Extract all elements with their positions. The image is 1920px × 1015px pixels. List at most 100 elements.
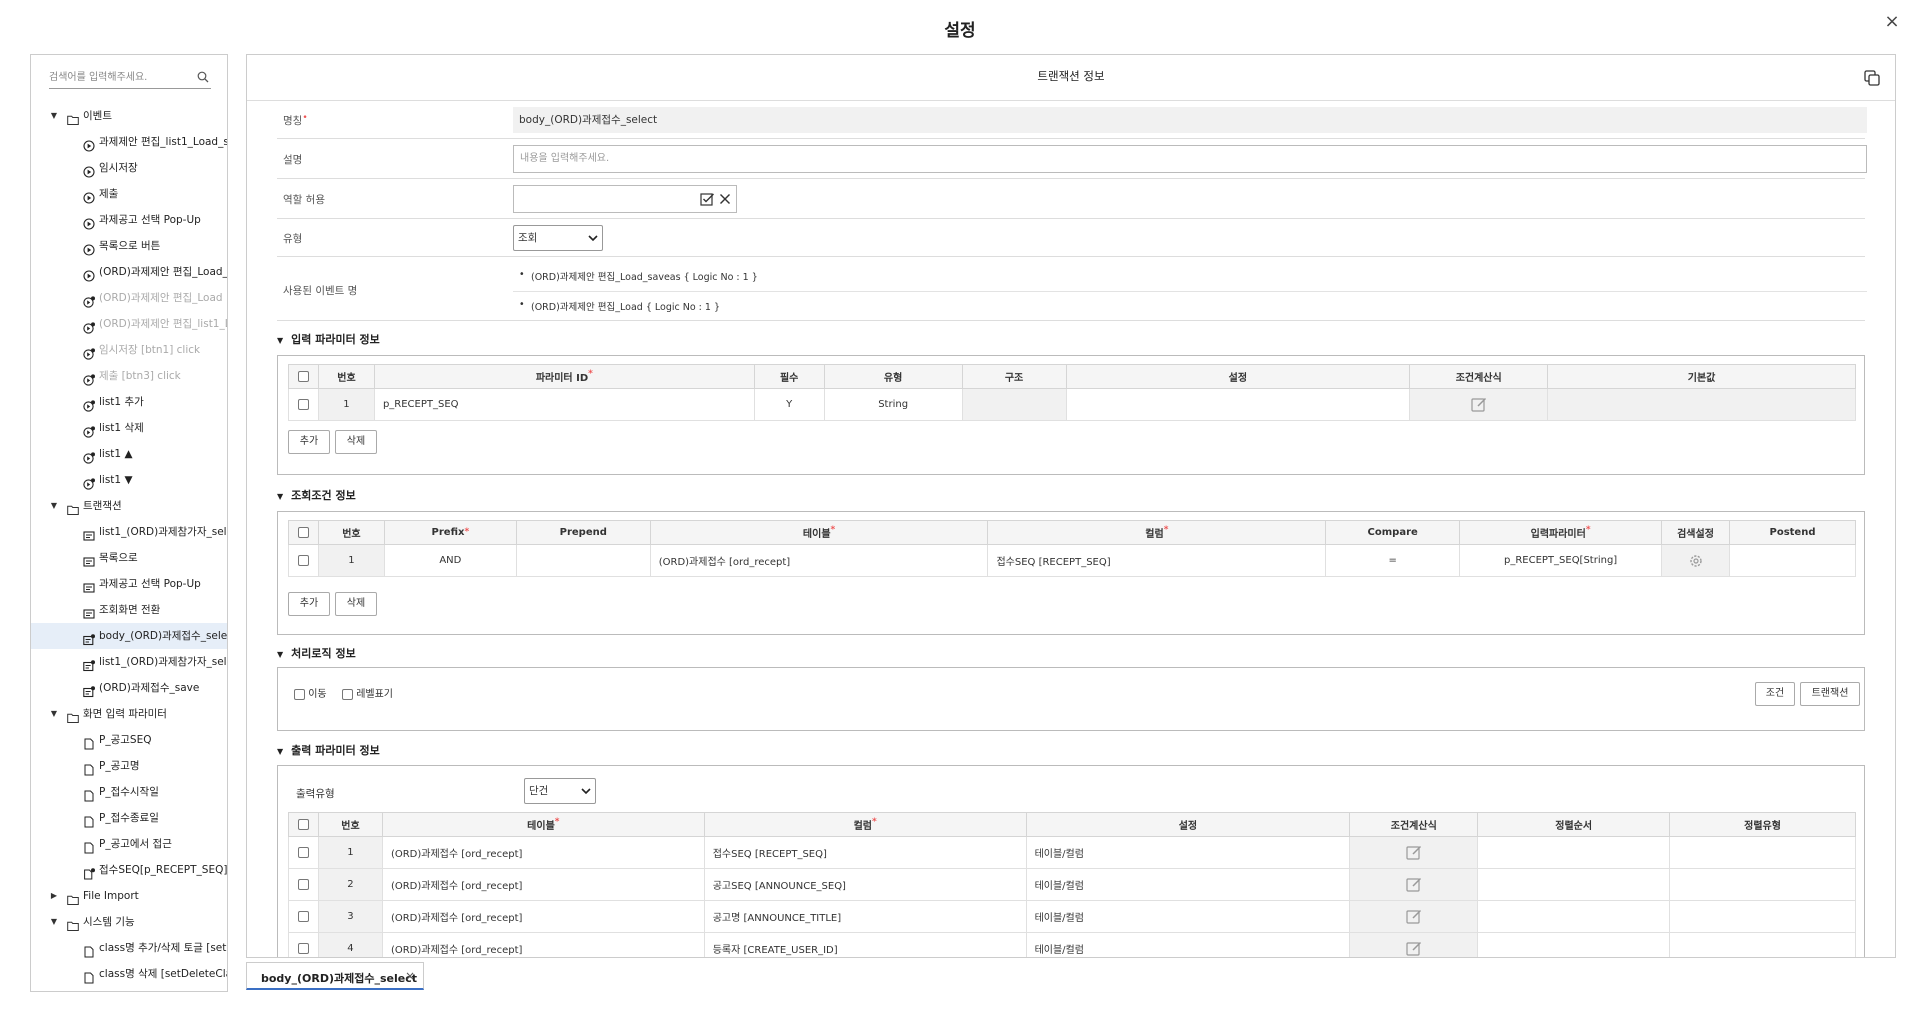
tree-item[interactable]: 과제공고 선택 Pop-Up xyxy=(31,571,227,597)
select-all-checkbox[interactable] xyxy=(297,370,309,382)
row-check-cell[interactable] xyxy=(288,388,319,421)
transaction-button[interactable]: 트랜잭션 xyxy=(1800,682,1860,706)
tree-folder[interactable]: ▼ 화면 입력 파라미터 xyxy=(31,701,227,727)
edit-icon[interactable] xyxy=(1405,908,1423,926)
row-check-cell[interactable] xyxy=(288,868,319,901)
column-cell[interactable]: 공고SEQ [ANNOUNCE_SEQ] xyxy=(703,868,1027,901)
caret-down-icon[interactable]: ▼ xyxy=(49,493,59,519)
table-row[interactable]: 4 (ORD)과제접수 [ord_recept] 등록자 [CREATE_USER_… xyxy=(288,932,1856,958)
tree-item[interactable]: list1 ▲ xyxy=(31,441,227,467)
row-check-cell[interactable] xyxy=(288,836,319,869)
tree-item[interactable]: list1 삭제 xyxy=(31,415,227,441)
sort-type-cell[interactable] xyxy=(1669,868,1856,901)
sort-order-cell[interactable] xyxy=(1477,932,1671,957)
postend-cell[interactable] xyxy=(1729,544,1856,577)
default-value-cell[interactable] xyxy=(1547,388,1856,421)
tree-folder[interactable]: ▼ 이벤트 xyxy=(31,103,227,129)
sort-order-cell[interactable] xyxy=(1477,900,1671,933)
tab-close-icon[interactable]: × xyxy=(405,969,415,983)
table-row[interactable]: 1 AND (ORD)과제접수 [ord_recept] 접수SEQ [RECE… xyxy=(288,544,1856,577)
tree-item[interactable]: (ORD)과제제안 편집_Load xyxy=(31,285,227,311)
condition-expr-cell[interactable] xyxy=(1349,932,1479,958)
tree-item[interactable]: list1 추가 xyxy=(31,389,227,415)
copy-icon[interactable] xyxy=(1863,69,1881,87)
tree-item[interactable]: class명 삭제 [setDeleteClass] xyxy=(31,961,227,987)
search-input[interactable] xyxy=(49,67,189,87)
sort-order-cell[interactable] xyxy=(1477,836,1671,869)
input-params-heading[interactable]: ▼ 입력 파라미터 정보 xyxy=(277,331,380,347)
tree-item[interactable]: body_(ORD)과제접수_select xyxy=(31,623,227,649)
tree-item[interactable]: 제출 [btn3] click xyxy=(31,363,227,389)
table-row[interactable]: 2 (ORD)과제접수 [ord_recept] 공고SEQ [ANNOUNCE_S… xyxy=(288,868,1856,901)
checklist-edit-icon[interactable] xyxy=(700,192,715,207)
add-button[interactable]: 추가 xyxy=(288,592,330,616)
row-checkbox[interactable] xyxy=(297,398,309,410)
setting-cell[interactable]: 테이블/컬럼 xyxy=(1025,868,1351,901)
add-button[interactable]: 추가 xyxy=(288,430,330,454)
row-check-cell[interactable] xyxy=(288,544,319,577)
open-tab[interactable]: body_(ORD)과제접수_select × xyxy=(246,962,424,990)
move-checkbox[interactable] xyxy=(294,688,305,700)
caret-right-icon[interactable]: ▶ xyxy=(49,883,59,909)
tree-item[interactable]: 임시저장 [btn1] click xyxy=(31,337,227,363)
table-cell[interactable]: (ORD)과제접수 [ord_recept] xyxy=(381,900,705,933)
tree-item[interactable]: (ORD)과제접수_save xyxy=(31,675,227,701)
output-type-select[interactable]: 단건 xyxy=(524,778,596,804)
tree-item[interactable]: 조회화면 전환 xyxy=(31,597,227,623)
type-select[interactable]: 조회 xyxy=(513,225,603,251)
tree-folder[interactable]: ▶ File Import xyxy=(31,883,227,909)
table-row[interactable]: 1 (ORD)과제접수 [ord_recept] 접수SEQ [RECEPT_SEQ… xyxy=(288,836,1856,869)
row-checkbox[interactable] xyxy=(297,554,309,566)
prefix-cell[interactable]: AND xyxy=(383,544,517,577)
table-cell[interactable]: (ORD)과제접수 [ord_recept] xyxy=(381,868,705,901)
tree-folder[interactable]: ▼ 트랜잭션 xyxy=(31,493,227,519)
row-checkbox[interactable] xyxy=(297,846,309,858)
tree-item[interactable]: class명 추가/삭제 토글 [setClass] xyxy=(31,935,227,961)
logic-heading[interactable]: ▼ 처리로직 정보 xyxy=(277,645,356,661)
tree-item[interactable]: P_공고에서 접근 xyxy=(31,831,227,857)
tree-item[interactable]: 임시저장 xyxy=(31,155,227,181)
row-checkbox[interactable] xyxy=(297,910,309,922)
tree-item[interactable]: (ORD)과제제안 편집_list1_Load xyxy=(31,311,227,337)
condition-expr-cell[interactable] xyxy=(1349,900,1479,933)
tree-item[interactable]: 과제제안 편집_list1_Load_saveas xyxy=(31,129,227,155)
output-params-heading[interactable]: ▼ 출력 파라미터 정보 xyxy=(277,742,380,758)
tab-label[interactable]: body_(ORD)과제접수_select xyxy=(261,970,417,986)
input-param-cell[interactable]: p_RECEPT_SEQ[String] xyxy=(1459,544,1663,577)
select-all-cell[interactable] xyxy=(288,812,319,837)
condition-expr-cell[interactable] xyxy=(1409,388,1549,421)
edit-icon[interactable] xyxy=(1405,844,1423,862)
clear-icon[interactable] xyxy=(719,193,731,205)
tree-item[interactable]: list1_(ORD)과제참가자_select xyxy=(31,519,227,545)
type-cell[interactable]: String xyxy=(823,388,963,421)
tree-item[interactable]: list1_(ORD)과제참가자_select xyxy=(31,649,227,675)
tree-item[interactable]: P_접수종료일 xyxy=(31,805,227,831)
delete-button[interactable]: 삭제 xyxy=(335,430,377,454)
condition-expr-cell[interactable] xyxy=(1349,868,1479,901)
row-checkbox[interactable] xyxy=(297,942,309,954)
caret-down-icon[interactable]: ▼ xyxy=(49,701,59,727)
condition-expr-cell[interactable] xyxy=(1349,836,1479,869)
table-cell[interactable]: (ORD)과제접수 [ord_recept] xyxy=(381,836,705,869)
required-cell[interactable]: Y xyxy=(753,388,825,421)
tree-item[interactable]: 제출 xyxy=(31,181,227,207)
search-icon[interactable] xyxy=(197,71,209,83)
tree-folder[interactable]: ▼ 시스템 기능 xyxy=(31,909,227,935)
setting-cell[interactable] xyxy=(1065,388,1411,421)
table-cell[interactable]: (ORD)과제접수 [ord_recept] xyxy=(649,544,989,577)
compare-cell[interactable]: = xyxy=(1325,544,1461,577)
edit-icon[interactable] xyxy=(1470,396,1488,414)
caret-down-icon[interactable]: ▼ xyxy=(49,909,59,935)
table-cell[interactable]: (ORD)과제접수 [ord_recept] xyxy=(381,932,705,957)
tree-item[interactable]: P_접수시작일 xyxy=(31,779,227,805)
table-row[interactable]: 3 (ORD)과제접수 [ord_recept] 공고명 [ANNOUNCE_TIT… xyxy=(288,900,1856,933)
select-all-checkbox[interactable] xyxy=(297,526,309,538)
row-check-cell[interactable] xyxy=(288,932,319,957)
select-all-cell[interactable] xyxy=(288,364,319,389)
close-icon[interactable]: × xyxy=(1882,12,1902,32)
select-all-checkbox[interactable] xyxy=(297,818,309,830)
role-field[interactable] xyxy=(513,185,737,213)
select-all-cell[interactable] xyxy=(288,520,319,545)
tree-item[interactable]: (ORD)과제제안 편집_Load_saveas xyxy=(31,259,227,285)
edit-icon[interactable] xyxy=(1405,940,1423,958)
